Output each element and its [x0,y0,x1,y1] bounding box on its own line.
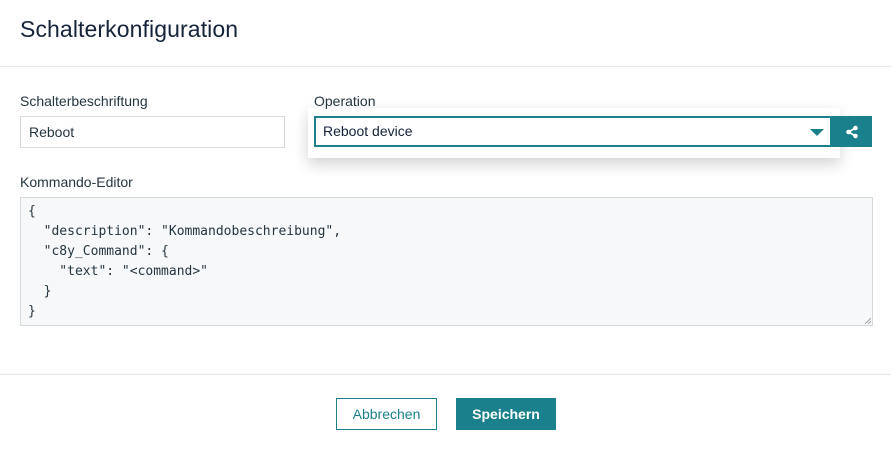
switch-config-dialog: Schalterkonfiguration Schalterbeschriftu… [0,0,891,450]
operation-label: Operation [314,93,376,109]
operation-selected-value: Reboot device [323,123,413,139]
operation-select[interactable]: Reboot device [314,116,832,147]
resize-handle-icon[interactable] [865,318,871,324]
dialog-footer [0,374,891,450]
chevron-down-icon[interactable] [810,129,824,136]
cancel-button[interactable]: Abbrechen [336,398,437,430]
dialog-title: Schalterkonfiguration [20,16,239,42]
command-editor[interactable]: { "description": "Kommandobeschreibung",… [20,197,873,326]
switch-label-input[interactable] [20,116,285,148]
dialog-header: Schalterkonfiguration [0,0,891,67]
switch-label-label: Schalterbeschriftung [20,93,148,109]
share-button[interactable] [832,116,872,147]
save-button[interactable]: Speichern [456,398,556,430]
command-editor-label: Kommando-Editor [20,174,133,190]
share-icon [846,125,858,138]
